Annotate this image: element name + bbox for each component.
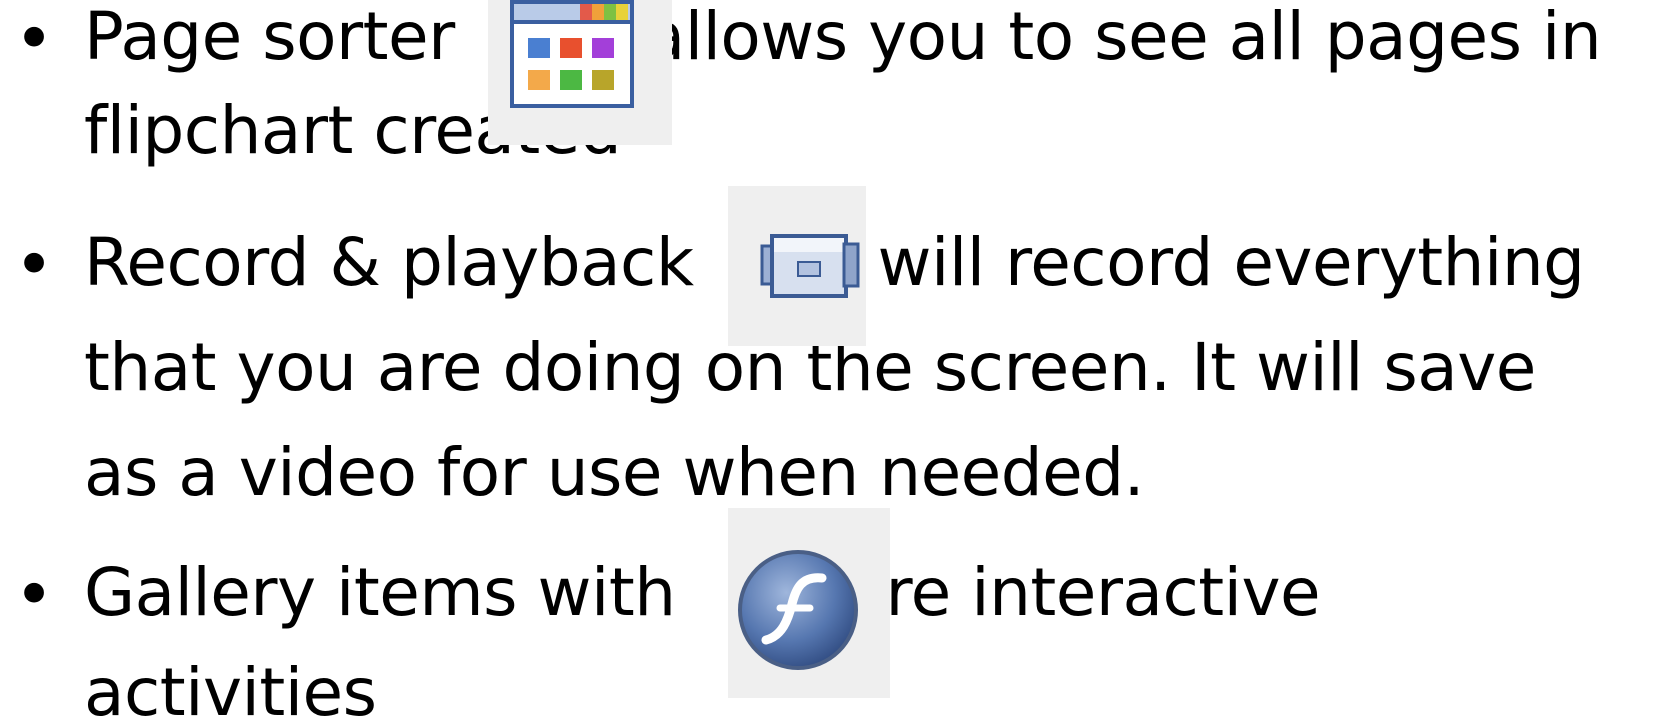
bullet-2-text-before: Record & playback bbox=[84, 224, 694, 301]
bullet-marker: • bbox=[14, 0, 55, 79]
bullet-marker: • bbox=[14, 226, 55, 305]
flash-activity-icon bbox=[738, 550, 858, 670]
bullet-3-text-after: are interactive bbox=[845, 554, 1321, 631]
bullet-3-line-1: Gallery items with are interactive bbox=[84, 560, 1321, 626]
bullet-2-line-3: as a video for use when needed. bbox=[84, 434, 1145, 511]
bullet-1-text-after: allows you to see all pages in bbox=[644, 0, 1602, 75]
bullet-marker: • bbox=[14, 556, 55, 635]
page-sorter-icon bbox=[510, 0, 634, 108]
bullet-1-text-before: Page sorter bbox=[84, 0, 455, 75]
bullet-3-text-before: Gallery items with bbox=[84, 554, 676, 631]
bullet-3-line-2: activities bbox=[84, 654, 377, 725]
bullet-2-text-after: will record everything bbox=[877, 224, 1586, 301]
slide: • Page sorter allows you to see all pages… bbox=[0, 0, 1680, 725]
bullet-1-line-1: Page sorter allows you to see all pages i… bbox=[84, 4, 1602, 70]
record-playback-icon bbox=[760, 234, 860, 298]
